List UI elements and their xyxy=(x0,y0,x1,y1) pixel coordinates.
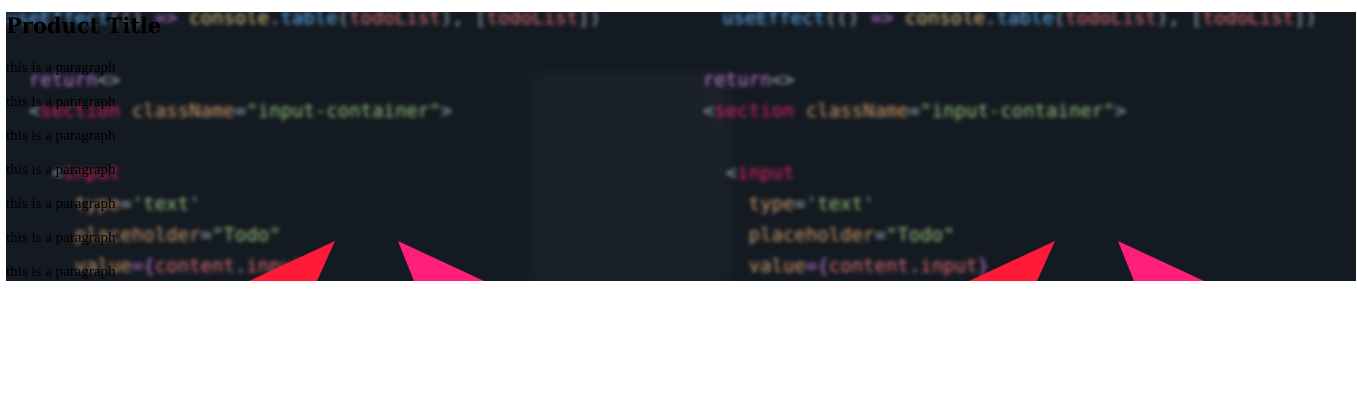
pink-arrow-left xyxy=(398,241,484,281)
paragraph: this is a paragraph xyxy=(6,264,116,280)
arrow-graphics xyxy=(249,241,1204,281)
paragraph: this is a paragraph xyxy=(6,94,116,110)
pink-arrow-right xyxy=(1118,241,1204,281)
red-arrow-left xyxy=(249,241,335,281)
red-arrow-right xyxy=(969,241,1055,281)
page-content: Product Title this is a paragraph this i… xyxy=(6,12,606,280)
paragraph: this is a paragraph xyxy=(6,60,116,76)
paragraph: this is a paragraph xyxy=(6,230,116,246)
paragraph: this is a paragraph xyxy=(6,162,116,178)
paragraph: this is a paragraph xyxy=(6,196,116,212)
product-title: Product Title xyxy=(6,13,162,38)
hero-banner-image: useEffect(() => console.table(todoList),… xyxy=(6,12,1356,281)
paragraph: this is a paragraph xyxy=(6,128,116,144)
